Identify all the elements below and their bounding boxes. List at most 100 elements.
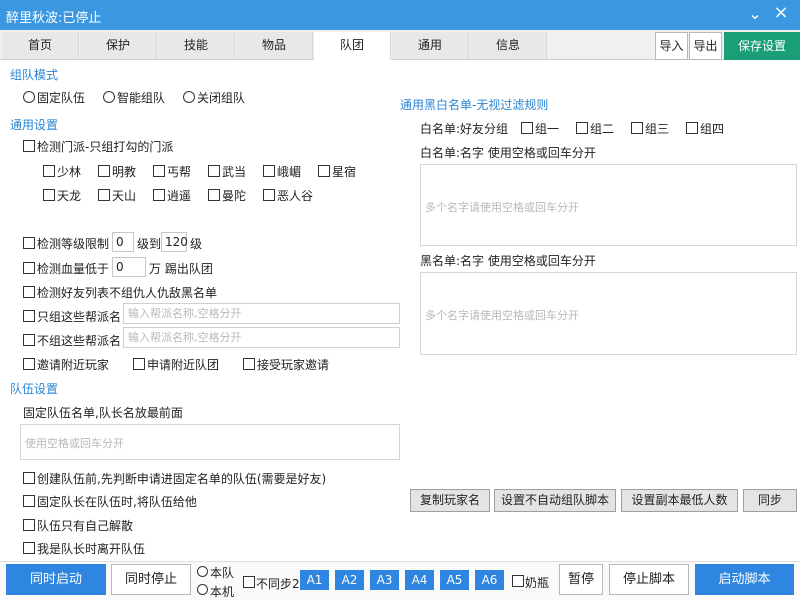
- invite-nearby-checkbox[interactable]: [23, 358, 35, 370]
- sect-checkbox[interactable]: [43, 165, 55, 177]
- save-settings-button[interactable]: 保存设置: [724, 32, 800, 60]
- tab-general[interactable]: 通用: [392, 32, 469, 59]
- not-guild-input[interactable]: 输入帮派名称,空格分开: [123, 327, 400, 348]
- apply-nearby-checkbox[interactable]: [133, 358, 145, 370]
- start-all-button[interactable]: 同时启动: [6, 564, 106, 595]
- tab-skills[interactable]: 技能: [158, 32, 235, 59]
- sect-checkbox[interactable]: [263, 189, 275, 201]
- group-label: 组一: [535, 122, 560, 136]
- radio-this-machine[interactable]: [197, 584, 208, 595]
- not-guild-checkbox[interactable]: [23, 334, 35, 346]
- group-checkbox[interactable]: [521, 122, 533, 134]
- account-a2-button[interactable]: A2: [335, 570, 364, 590]
- sect-label: 峨嵋: [277, 165, 302, 179]
- white-names-textarea[interactable]: 多个名字请使用空格或回车分开: [420, 164, 797, 246]
- radio-this-team[interactable]: [197, 566, 208, 577]
- no-auto-team-button[interactable]: 设置不自动组队脚本: [494, 489, 616, 512]
- tab-team[interactable]: 队团: [314, 32, 391, 60]
- sect-label: 天山: [112, 189, 137, 203]
- check-sect-label: 检测门派-只组打勾的门派: [37, 140, 174, 154]
- no-sync-checkbox[interactable]: [243, 576, 255, 588]
- account-a6-button[interactable]: A6: [475, 570, 504, 590]
- import-button[interactable]: 导入: [655, 32, 688, 60]
- accept-invite-label: 接受玩家邀请: [257, 358, 330, 372]
- sync-button[interactable]: 同步: [743, 489, 797, 512]
- sect-checkbox[interactable]: [208, 165, 220, 177]
- sect-label: 天龙: [57, 189, 82, 203]
- radio-smart-team[interactable]: [103, 91, 115, 103]
- account-a4-button[interactable]: A4: [405, 570, 434, 590]
- sect-checkbox[interactable]: [153, 189, 165, 201]
- team-opt3-label: 队伍只有自己解散: [37, 519, 134, 533]
- invite-nearby-label: 邀请附近玩家: [37, 358, 110, 372]
- hp-check-label: 检测血量低于: [37, 262, 110, 276]
- team-opt2-label: 固定队长在队伍时,将队伍给他: [37, 495, 197, 509]
- tab-items[interactable]: 物品: [236, 32, 313, 59]
- account-a5-button[interactable]: A5: [440, 570, 469, 590]
- level-limit-label: 检测等级限制: [37, 237, 110, 251]
- radio-this-machine-label: 本机: [210, 585, 235, 599]
- milk-checkbox[interactable]: [512, 575, 524, 587]
- fixed-team-textarea[interactable]: 使用空格或回车分开: [20, 424, 400, 460]
- milk-label: 奶瓶: [525, 576, 550, 590]
- black-names-label: 黑名单:名字 使用空格或回车分开: [420, 254, 596, 268]
- sect-checkbox[interactable]: [98, 189, 110, 201]
- account-a3-button[interactable]: A3: [370, 570, 399, 590]
- stop-script-button[interactable]: 停止脚本: [609, 564, 689, 595]
- only-guild-checkbox[interactable]: [23, 310, 35, 322]
- check-sect-checkbox[interactable]: [23, 140, 35, 152]
- accept-invite-checkbox[interactable]: [243, 358, 255, 370]
- sect-label: 恶人谷: [277, 189, 314, 203]
- sect-checkbox[interactable]: [318, 165, 330, 177]
- sect-label: 明教: [112, 165, 137, 179]
- group-checkbox[interactable]: [631, 122, 643, 134]
- radio-close-team[interactable]: [183, 91, 195, 103]
- group-label: 组四: [700, 122, 725, 136]
- team-opt3-checkbox[interactable]: [23, 519, 35, 531]
- sect-checkbox[interactable]: [98, 165, 110, 177]
- sect-label: 逍遥: [167, 189, 192, 203]
- radio-fixed-team[interactable]: [23, 91, 35, 103]
- fixed-team-placeholder: 使用空格或回车分开: [25, 437, 124, 450]
- sect-label: 武当: [222, 165, 247, 179]
- tab-info[interactable]: 信息: [470, 32, 547, 59]
- group-checkbox[interactable]: [576, 122, 588, 134]
- start-script-button[interactable]: 启动脚本: [695, 564, 794, 595]
- sect-checkbox[interactable]: [208, 189, 220, 201]
- minimize-icon[interactable]: ⌄: [748, 4, 762, 23]
- white-group-label: 白名单:好友分组: [420, 122, 509, 136]
- sect-checkbox[interactable]: [43, 189, 55, 201]
- stop-all-button[interactable]: 同时停止: [111, 564, 191, 595]
- sect-checkbox[interactable]: [153, 165, 165, 177]
- export-button[interactable]: 导出: [689, 32, 722, 60]
- account-a1-button[interactable]: A1: [300, 570, 329, 590]
- tab-home[interactable]: 首页: [2, 32, 79, 59]
- white-names-placeholder: 多个名字请使用空格或回车分开: [425, 201, 579, 214]
- level-max-input[interactable]: 120: [161, 232, 188, 252]
- sect-checkbox[interactable]: [263, 165, 275, 177]
- team-opt2-checkbox[interactable]: [23, 495, 35, 507]
- level-limit-checkbox[interactable]: [23, 237, 35, 249]
- level-min-input[interactable]: 0: [112, 232, 134, 252]
- sect-label: 星宿: [332, 165, 357, 179]
- group-label: 组三: [645, 122, 670, 136]
- team-opt4-checkbox[interactable]: [23, 542, 35, 554]
- tab-protect[interactable]: 保护: [80, 32, 157, 59]
- pause-button[interactable]: 暂停: [559, 564, 603, 595]
- check-friends-checkbox[interactable]: [23, 286, 35, 298]
- black-names-textarea[interactable]: 多个名字请使用空格或回车分开: [420, 272, 797, 355]
- radio-smart-team-label: 智能组队: [117, 91, 166, 105]
- title-bar: 醉里秋波:已停止 ⌄ ×: [0, 0, 800, 30]
- hp-check-checkbox[interactable]: [23, 262, 35, 274]
- no-sync-label: 不同步2: [256, 577, 300, 591]
- close-icon[interactable]: ×: [773, 2, 789, 23]
- copy-name-button[interactable]: 复制玩家名: [410, 489, 490, 512]
- lists-section: 通用黑白名单-无视过滤规则: [400, 98, 549, 112]
- white-names-label: 白名单:名字 使用空格或回车分开: [420, 146, 596, 160]
- only-guild-input[interactable]: 输入帮派名称,空格分开: [123, 303, 400, 324]
- team-opt1-checkbox[interactable]: [23, 472, 35, 484]
- min-people-button[interactable]: 设置副本最低人数: [621, 489, 738, 512]
- group-checkbox[interactable]: [686, 122, 698, 134]
- only-guild-label: 只组这些帮派名: [37, 310, 122, 324]
- hp-value-input[interactable]: 0: [112, 257, 146, 277]
